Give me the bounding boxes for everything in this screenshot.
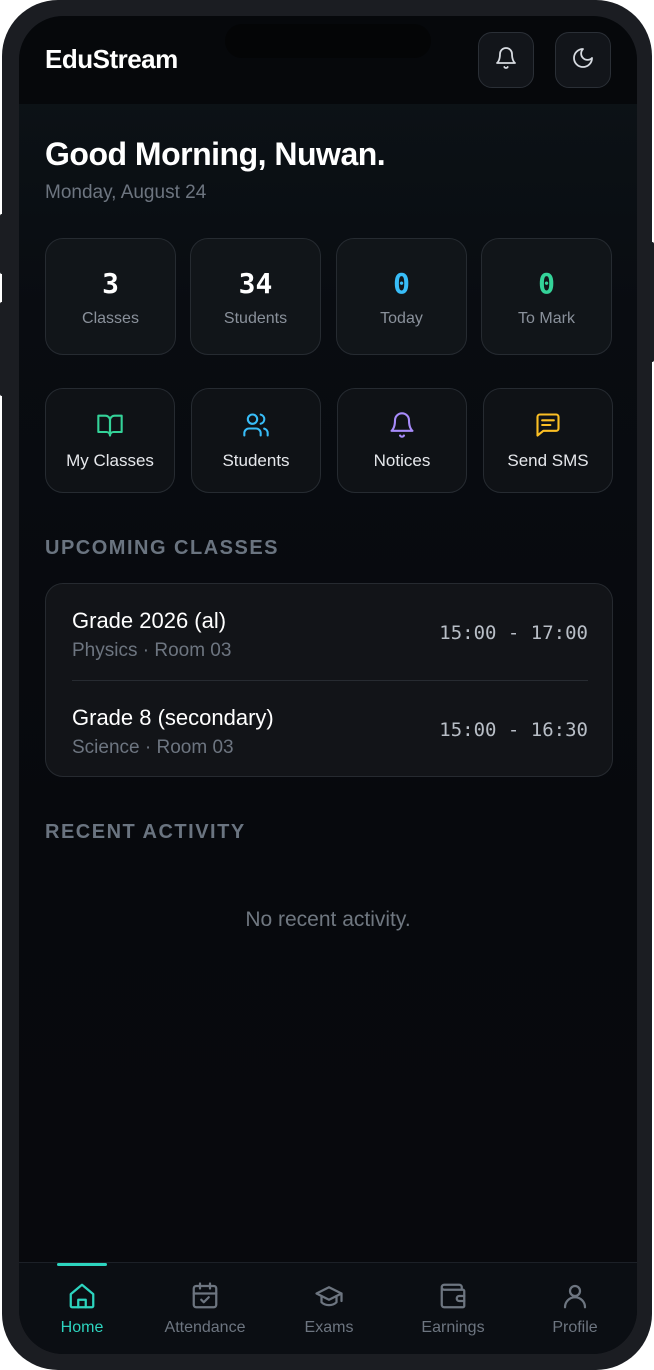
bell-icon <box>388 411 416 441</box>
greeting-title: Good Morning, Nuwan. <box>45 136 386 172</box>
app-header: EduStream <box>19 16 637 104</box>
theme-toggle-button[interactable] <box>555 32 611 88</box>
class-time: 15:00 - 17:00 <box>439 622 588 644</box>
user-icon <box>560 1281 590 1313</box>
class-time: 15:00 - 16:30 <box>439 719 588 741</box>
moon-icon <box>571 46 595 75</box>
bell-icon <box>494 46 518 75</box>
bottom-nav: Home Attendance Exams Earnings Profile <box>19 1262 637 1354</box>
class-details: Physics · Room 03 <box>72 640 232 661</box>
quick-action-notices[interactable]: Notices <box>337 388 467 493</box>
app-screen: EduStream Good Morning, Nuwan. Monday, A… <box>19 16 637 1354</box>
wallet-icon <box>438 1281 468 1313</box>
users-icon <box>242 411 270 441</box>
nav-label: Exams <box>304 1319 354 1336</box>
graduation-cap-icon <box>314 1281 344 1313</box>
recent-activity-heading: RECENT ACTIVITY <box>45 821 246 843</box>
home-icon <box>67 1281 97 1313</box>
upcoming-classes-heading: UPCOMING CLASSES <box>45 537 280 559</box>
nav-label: Home <box>60 1319 104 1336</box>
class-details: Science · Room 03 <box>72 737 234 758</box>
stat-value: 0 <box>393 267 410 300</box>
stat-classes[interactable]: 3 Classes <box>45 238 176 355</box>
stat-value: 34 <box>238 267 273 300</box>
nav-item-home[interactable]: Home <box>20 1263 144 1354</box>
camera-island <box>225 24 431 58</box>
stat-label: Today <box>380 310 423 327</box>
nav-item-earnings[interactable]: Earnings <box>391 1263 515 1354</box>
nav-item-exams[interactable]: Exams <box>267 1263 391 1354</box>
book-open-icon <box>96 411 124 441</box>
stat-label: Classes <box>82 310 139 327</box>
phone-frame: EduStream Good Morning, Nuwan. Monday, A… <box>2 0 652 1370</box>
stat-label: To Mark <box>518 310 575 327</box>
quick-action-label: Send SMS <box>507 451 589 470</box>
class-row[interactable]: Grade 8 (secondary) Science · Room 03 15… <box>46 681 614 777</box>
quick-action-label: Students <box>222 451 290 470</box>
stat-label: Students <box>223 310 288 327</box>
stat-today[interactable]: 0 Today <box>336 238 467 355</box>
active-indicator <box>57 1263 107 1266</box>
nav-item-profile[interactable]: Profile <box>513 1263 637 1354</box>
upcoming-classes-card: Grade 2026 (al) Physics · Room 03 15:00 … <box>45 583 613 777</box>
quick-action-my-classes[interactable]: My Classes <box>45 388 175 493</box>
quick-action-send-sms[interactable]: Send SMS <box>483 388 613 493</box>
class-name: Grade 2026 (al) <box>72 608 227 633</box>
stat-to-mark[interactable]: 0 To Mark <box>481 238 612 355</box>
app-logo: EduStream <box>45 44 178 74</box>
stat-students[interactable]: 34 Students <box>190 238 321 355</box>
quick-action-label: Notices <box>373 451 431 470</box>
nav-label: Earnings <box>421 1319 485 1336</box>
stat-value: 3 <box>102 267 119 300</box>
class-name: Grade 8 (secondary) <box>72 705 274 730</box>
notifications-button[interactable] <box>478 32 534 88</box>
nav-label: Attendance <box>164 1319 246 1336</box>
quick-action-label: My Classes <box>66 451 154 470</box>
calendar-check-icon <box>190 1281 220 1313</box>
nav-item-attendance[interactable]: Attendance <box>143 1263 267 1354</box>
message-icon <box>534 411 562 441</box>
class-row[interactable]: Grade 2026 (al) Physics · Room 03 15:00 … <box>46 584 614 681</box>
stat-value: 0 <box>538 267 555 300</box>
recent-activity-empty: No recent activity. <box>245 908 411 931</box>
greeting-date: Monday, August 24 <box>45 182 207 203</box>
quick-action-students[interactable]: Students <box>191 388 321 493</box>
nav-label: Profile <box>552 1319 598 1336</box>
